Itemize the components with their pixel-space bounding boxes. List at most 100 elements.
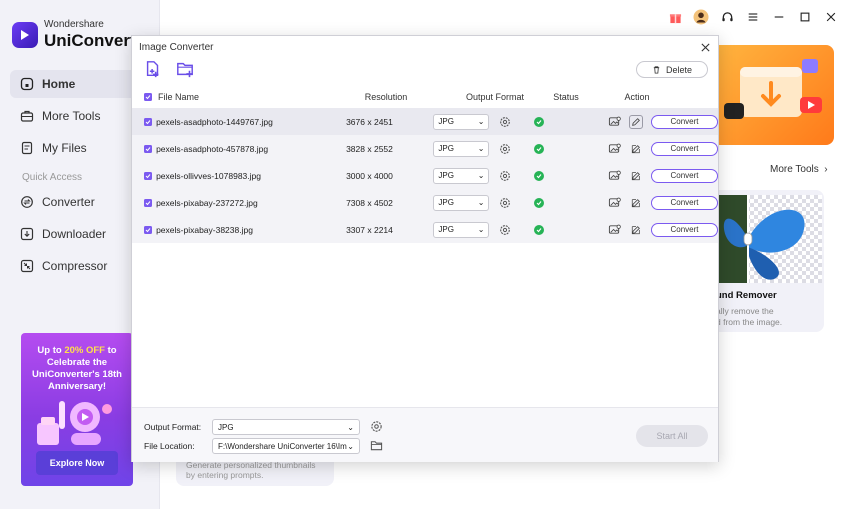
add-folder-icon[interactable] <box>176 60 196 80</box>
menu-icon[interactable] <box>744 8 762 26</box>
row-checkbox[interactable] <box>132 216 156 243</box>
chevron-down-icon: ⌄ <box>347 441 354 451</box>
file-resolution: 3307 x 2214 <box>346 224 393 235</box>
promo-text-line: Celebrate the <box>46 356 108 368</box>
butterfly-illustration-icon <box>718 195 822 283</box>
sidebar-item-label: Compressor <box>42 259 108 273</box>
start-all-button[interactable]: Start All <box>636 425 708 447</box>
convert-button[interactable]: Convert <box>651 114 718 129</box>
dialog-footer: Output Format: JPG ⌄ File Location: F:\W… <box>132 407 718 462</box>
table-header: File Name Resolution Output Format Statu… <box>132 86 718 108</box>
chevron-down-icon: ⌄ <box>477 117 485 126</box>
file-location-value: F:\Wondershare UniConverter 16\Ima <box>218 441 348 451</box>
action-cell: Convert <box>567 141 718 156</box>
add-file-icon[interactable] <box>144 60 164 80</box>
headset-support-icon[interactable] <box>718 8 736 26</box>
format-value: JPG <box>438 171 454 180</box>
convert-button[interactable]: Convert <box>651 195 718 210</box>
file-table: File Name Resolution Output Format Statu… <box>132 86 718 243</box>
compress-icon <box>20 259 34 273</box>
checkbox-checked-icon <box>144 144 152 153</box>
sidebar-item-compressor[interactable]: Compressor <box>10 252 150 280</box>
file-location-select[interactable]: F:\Wondershare UniConverter 16\Ima ⌄ <box>212 438 360 454</box>
checkbox-checked-icon <box>144 225 152 234</box>
global-output-format-select[interactable]: JPG ⌄ <box>212 419 360 435</box>
image-edit-icon[interactable] <box>607 169 621 183</box>
sidebar-nav: Home More Tools My Files Quick Access Co… <box>10 70 150 284</box>
format-settings-icon[interactable] <box>499 224 511 236</box>
convert-button[interactable]: Convert <box>651 168 718 183</box>
promo-text-line: UniConverter's 18th <box>32 368 122 380</box>
uniconverter-logo-icon <box>12 21 38 48</box>
edit-pencil-icon[interactable] <box>629 114 643 129</box>
maximize-icon[interactable] <box>796 8 814 26</box>
format-cell: JPG ⌄ <box>395 221 511 238</box>
sidebar-item-label: Converter <box>42 195 95 209</box>
format-settings-icon[interactable] <box>499 116 511 128</box>
format-settings-icon[interactable] <box>370 420 384 434</box>
close-window-icon[interactable] <box>822 8 840 26</box>
downloader-promo-banner[interactable] <box>710 45 834 145</box>
image-edit-icon[interactable] <box>607 142 621 156</box>
chevron-down-icon: ⌄ <box>477 198 485 207</box>
checkbox-checked-icon <box>144 171 152 180</box>
gift-icon[interactable] <box>666 8 684 26</box>
edit-pencil-icon[interactable] <box>629 142 643 156</box>
row-checkbox[interactable] <box>132 135 156 162</box>
anniversary-promo-banner[interactable]: Up to 20% OFF to Celebrate the UniConver… <box>21 333 133 486</box>
output-format-select[interactable]: JPG ⌄ <box>433 140 490 157</box>
row-checkbox[interactable] <box>132 162 156 189</box>
image-edit-icon[interactable] <box>607 115 621 129</box>
window-controls <box>658 8 840 26</box>
row-checkbox[interactable] <box>132 189 156 216</box>
sidebar-item-label: Downloader <box>42 227 107 241</box>
folder-icon[interactable] <box>370 439 384 453</box>
edit-pencil-icon[interactable] <box>629 196 643 210</box>
table-row[interactable]: pexels-asadphoto-1449767.jpg 3676 x 2451… <box>132 108 718 135</box>
output-format-select[interactable]: JPG ⌄ <box>433 167 490 184</box>
toolbox-icon <box>20 109 34 123</box>
sidebar-item-downloader[interactable]: Downloader <box>10 220 150 248</box>
output-format-value: JPG <box>218 422 234 432</box>
delete-button[interactable]: Delete <box>636 61 708 78</box>
file-name: pexels-pixabay-38238.jpg <box>156 224 253 235</box>
promo-text-part: Up to <box>37 345 65 356</box>
convert-button[interactable]: Convert <box>651 141 718 156</box>
file-resolution: 7308 x 4502 <box>346 197 393 208</box>
table-row[interactable]: pexels-asadphoto-457878.jpg 3828 x 2552 … <box>132 135 718 162</box>
image-edit-icon[interactable] <box>607 196 621 210</box>
format-settings-icon[interactable] <box>499 170 511 182</box>
dialog-title: Image Converter <box>139 42 214 53</box>
explore-now-button[interactable]: Explore Now <box>36 451 118 475</box>
sidebar-item-home[interactable]: Home <box>10 70 150 98</box>
more-tools-link[interactable]: More Tools › <box>770 164 828 175</box>
table-row[interactable]: pexels-pixabay-237272.jpg 7308 x 4502 JP… <box>132 189 718 216</box>
sidebar-item-converter[interactable]: Converter <box>10 188 150 216</box>
close-icon[interactable] <box>698 40 712 54</box>
converter-icon <box>20 195 34 209</box>
output-format-select[interactable]: JPG ⌄ <box>433 113 490 130</box>
format-settings-icon[interactable] <box>499 197 511 209</box>
table-row[interactable]: pexels-ollivves-1078983.jpg 3000 x 4000 … <box>132 162 718 189</box>
edit-pencil-icon[interactable] <box>629 223 643 237</box>
image-edit-icon[interactable] <box>607 223 621 237</box>
quick-access-heading: Quick Access <box>22 171 83 183</box>
sidebar-item-more-tools[interactable]: More Tools <box>10 102 150 130</box>
select-all-checkbox[interactable] <box>132 86 158 108</box>
promo-text-part: to <box>104 345 117 356</box>
file-resolution: 3676 x 2451 <box>346 116 393 127</box>
card-description: Generate personalized thumbnails by ente… <box>186 460 315 480</box>
sidebar-item-my-files[interactable]: My Files <box>10 134 150 162</box>
file-resolution: 3828 x 2552 <box>346 143 393 154</box>
user-avatar-icon[interactable] <box>692 8 710 26</box>
chevron-down-icon: ⌄ <box>477 225 485 234</box>
row-checkbox[interactable] <box>132 108 156 135</box>
table-row[interactable]: pexels-pixabay-38238.jpg 3307 x 2214 JPG… <box>132 216 718 243</box>
output-format-select[interactable]: JPG ⌄ <box>433 221 490 238</box>
minimize-icon[interactable] <box>770 8 788 26</box>
convert-button[interactable]: Convert <box>651 222 718 237</box>
format-settings-icon[interactable] <box>499 143 511 155</box>
edit-pencil-icon[interactable] <box>629 169 643 183</box>
app-window: Wondershare UniConverter Home More Tools <box>0 0 850 509</box>
output-format-select[interactable]: JPG ⌄ <box>433 194 490 211</box>
